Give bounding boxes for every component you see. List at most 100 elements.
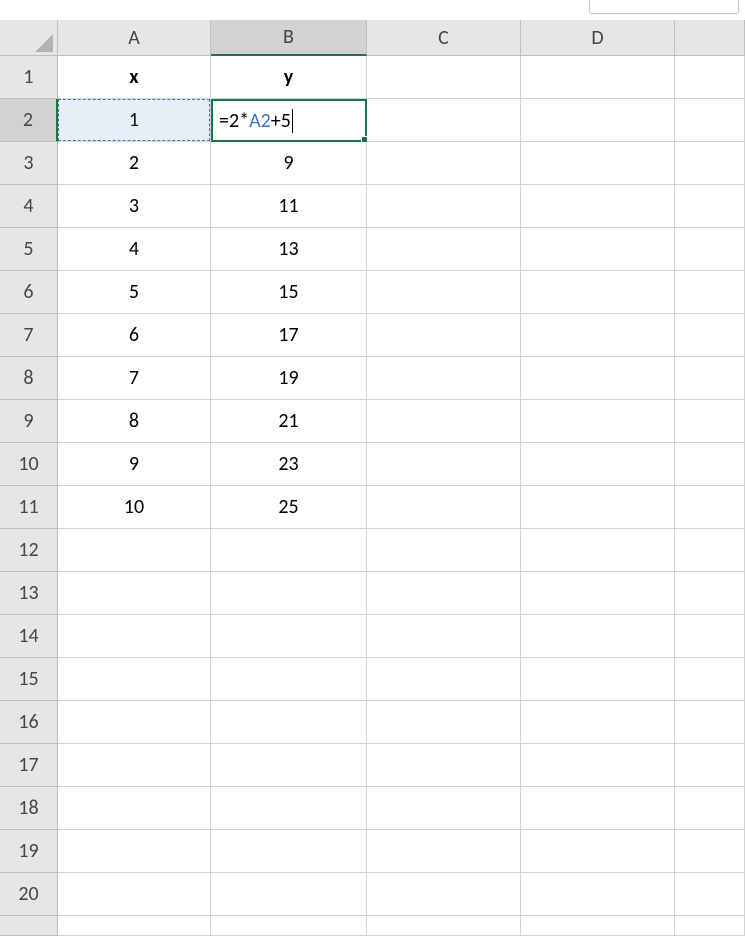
cell-A4[interactable]: 3 [58,185,211,228]
cell-C19[interactable] [367,830,521,873]
cell-D1[interactable] [521,56,675,99]
row-header-14[interactable]: 14 [0,615,58,658]
cell-D6[interactable] [521,271,675,314]
cell-E16[interactable] [675,701,745,744]
cell-C10[interactable] [367,443,521,486]
row-header-20[interactable]: 20 [0,873,58,916]
row-header-11[interactable]: 11 [0,486,58,529]
cell-C21[interactable] [367,916,521,936]
row-header-1[interactable]: 1 [0,56,58,99]
cell-B1[interactable]: y [211,56,367,99]
col-header-C[interactable]: C [367,20,521,56]
cell-D10[interactable] [521,443,675,486]
cell-C2[interactable] [367,99,521,142]
cell-E17[interactable] [675,744,745,787]
cell-C9[interactable] [367,400,521,443]
cell-B5[interactable]: 13 [211,228,367,271]
cell-A13[interactable] [58,572,211,615]
cell-B14[interactable] [211,615,367,658]
cell-E20[interactable] [675,873,745,916]
cell-B8[interactable]: 19 [211,357,367,400]
cell-E12[interactable] [675,529,745,572]
cell-E3[interactable] [675,142,745,185]
cell-A16[interactable] [58,701,211,744]
row-header-21[interactable] [0,916,58,936]
cell-D9[interactable] [521,400,675,443]
cell-A21[interactable] [58,916,211,936]
cell-D18[interactable] [521,787,675,830]
cell-A5[interactable]: 4 [58,228,211,271]
cell-D8[interactable] [521,357,675,400]
cell-B15[interactable] [211,658,367,701]
cell-C1[interactable] [367,56,521,99]
cell-B11[interactable]: 25 [211,486,367,529]
cell-D16[interactable] [521,701,675,744]
cell-C8[interactable] [367,357,521,400]
row-header-18[interactable]: 18 [0,787,58,830]
col-header-B[interactable]: B [211,20,367,56]
cell-B20[interactable] [211,873,367,916]
cell-B7[interactable]: 17 [211,314,367,357]
cell-A1[interactable]: x [58,56,211,99]
row-header-16[interactable]: 16 [0,701,58,744]
cell-A12[interactable] [58,529,211,572]
cell-B16[interactable] [211,701,367,744]
cell-E1[interactable] [675,56,745,99]
row-header-4[interactable]: 4 [0,185,58,228]
cell-C16[interactable] [367,701,521,744]
cell-C18[interactable] [367,787,521,830]
cell-E13[interactable] [675,572,745,615]
cell-A15[interactable] [58,658,211,701]
cell-D20[interactable] [521,873,675,916]
cell-D4[interactable] [521,185,675,228]
cell-C4[interactable] [367,185,521,228]
cell-C15[interactable] [367,658,521,701]
row-header-8[interactable]: 8 [0,357,58,400]
cell-B18[interactable] [211,787,367,830]
col-header-E[interactable] [675,20,745,56]
cell-E11[interactable] [675,486,745,529]
cell-D15[interactable] [521,658,675,701]
row-header-10[interactable]: 10 [0,443,58,486]
col-header-D[interactable]: D [521,20,675,56]
cell-A19[interactable] [58,830,211,873]
row-header-13[interactable]: 13 [0,572,58,615]
formula-editor[interactable]: =2*A2+5 [219,109,293,133]
cell-E18[interactable] [675,787,745,830]
cell-A3[interactable]: 2 [58,142,211,185]
cell-D5[interactable] [521,228,675,271]
cell-D19[interactable] [521,830,675,873]
cell-D3[interactable] [521,142,675,185]
cell-E9[interactable] [675,400,745,443]
cell-A6[interactable]: 5 [58,271,211,314]
cell-A10[interactable]: 9 [58,443,211,486]
cell-C5[interactable] [367,228,521,271]
cell-B3[interactable]: 9 [211,142,367,185]
row-header-17[interactable]: 17 [0,744,58,787]
cell-B21[interactable] [211,916,367,936]
cell-E8[interactable] [675,357,745,400]
cell-A9[interactable]: 8 [58,400,211,443]
cell-C11[interactable] [367,486,521,529]
cell-E14[interactable] [675,615,745,658]
cell-A11[interactable]: 10 [58,486,211,529]
cell-E21[interactable] [675,916,745,936]
cell-E19[interactable] [675,830,745,873]
cell-D13[interactable] [521,572,675,615]
cell-A20[interactable] [58,873,211,916]
cell-C13[interactable] [367,572,521,615]
cell-B2-editing[interactable]: =2*A2+5 [211,99,367,142]
row-header-12[interactable]: 12 [0,529,58,572]
cell-A8[interactable]: 7 [58,357,211,400]
cell-E2[interactable] [675,99,745,142]
col-header-A[interactable]: A [58,20,211,56]
row-header-9[interactable]: 9 [0,400,58,443]
cell-C7[interactable] [367,314,521,357]
cell-B12[interactable] [211,529,367,572]
cell-A2[interactable]: 1 [58,99,211,142]
cell-E7[interactable] [675,314,745,357]
row-header-2[interactable]: 2 [0,99,58,142]
cell-E10[interactable] [675,443,745,486]
select-all-corner[interactable] [0,20,58,56]
cell-D21[interactable] [521,916,675,936]
